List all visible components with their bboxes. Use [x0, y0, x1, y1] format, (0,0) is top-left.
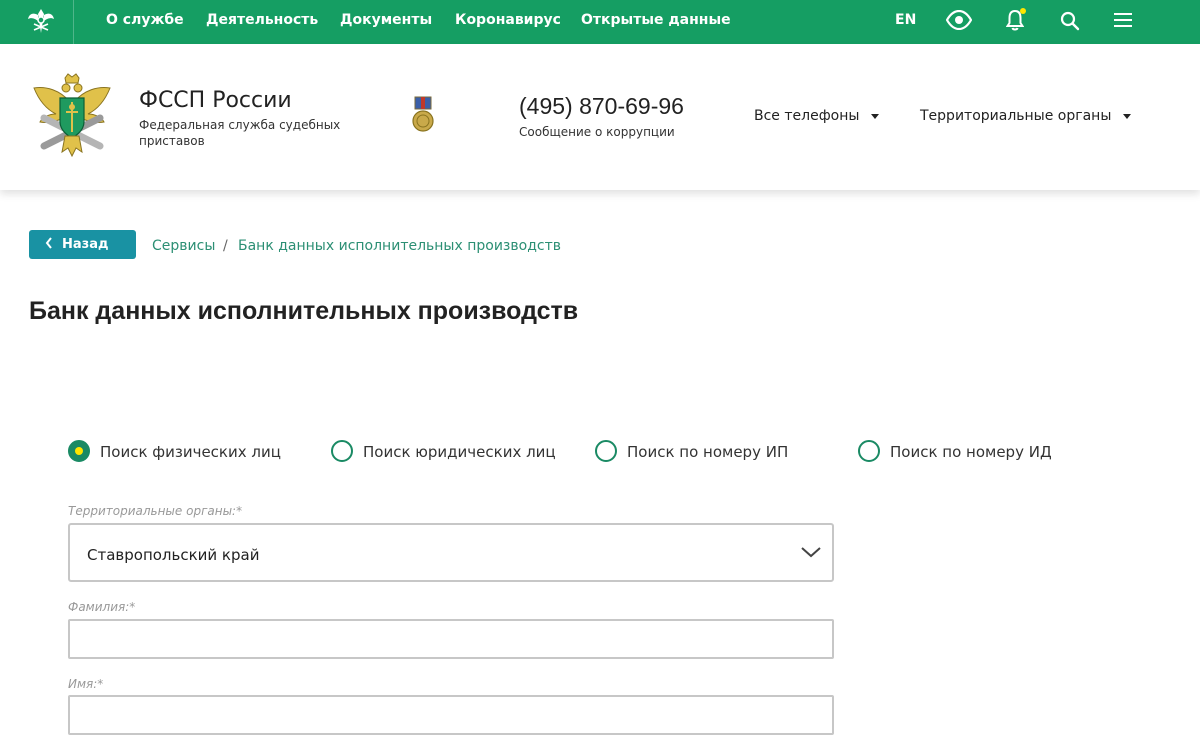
- chevron-down-icon: [801, 547, 821, 558]
- territorial-label: Территориальные органы: [920, 108, 1112, 124]
- corruption-phone-caption: Сообщение о коррупции: [519, 125, 675, 139]
- back-button[interactable]: Назад: [29, 230, 136, 259]
- radio-circle: [331, 440, 353, 462]
- all-phones-label: Все телефоны: [754, 108, 860, 124]
- radio-circle: [595, 440, 617, 462]
- surname-input[interactable]: [68, 619, 834, 659]
- menu-icon[interactable]: [1114, 12, 1132, 32]
- nav-about[interactable]: О службе: [106, 12, 184, 28]
- notification-dot: [1020, 8, 1026, 14]
- radio-circle: [68, 440, 90, 462]
- surname-field-label: Фамилия:*: [68, 600, 136, 614]
- name-input[interactable]: [68, 695, 834, 735]
- medal-icon: [411, 96, 435, 140]
- eye-icon[interactable]: [945, 9, 973, 34]
- org-name[interactable]: ФССП России: [139, 88, 292, 113]
- org-subtitle: Федеральная служба судебных приставов: [139, 118, 341, 148]
- language-switch[interactable]: EN: [895, 12, 916, 28]
- breadcrumb-current[interactable]: Банк данных исполнительных производств: [238, 238, 561, 254]
- page-title: Банк данных исполнительных производств: [29, 297, 579, 325]
- territorial-dropdown[interactable]: Территориальные органы: [920, 108, 1132, 124]
- nav-documents[interactable]: Документы: [340, 12, 432, 28]
- caret-down-icon: [871, 113, 880, 119]
- emblem-icon[interactable]: [0, 0, 74, 44]
- breadcrumb-separator: /: [223, 238, 228, 254]
- fssp-eagle-logo-icon[interactable]: [32, 72, 112, 164]
- radio-label: Поиск по номеру ИП: [627, 443, 789, 461]
- name-field-label: Имя:*: [68, 677, 104, 691]
- region-select[interactable]: Ставропольский край: [68, 523, 834, 582]
- chevron-left-icon: [45, 236, 53, 254]
- breadcrumb-services[interactable]: Сервисы: [152, 238, 215, 254]
- back-button-label: Назад: [62, 237, 109, 252]
- region-field-label: Территориальные органы:*: [68, 504, 243, 518]
- top-navbar: О службе Деятельность Документы Коронави…: [0, 0, 1200, 44]
- nav-coronavirus[interactable]: Коронавирус: [455, 12, 561, 28]
- caret-down-icon: [1123, 113, 1132, 119]
- all-phones-dropdown[interactable]: Все телефоны: [754, 108, 880, 124]
- nav-open-data[interactable]: Открытые данные: [581, 12, 731, 28]
- nav-activity[interactable]: Деятельность: [206, 12, 318, 28]
- corruption-phone[interactable]: (495) 870-69-96: [519, 93, 684, 120]
- region-select-value: Ставропольский край: [87, 546, 260, 564]
- search-icon[interactable]: [1060, 11, 1080, 35]
- radio-label: Поиск по номеру ИД: [890, 443, 1052, 461]
- radio-label: Поиск юридических лиц: [363, 443, 556, 461]
- radio-circle: [858, 440, 880, 462]
- site-header: ФССП России Федеральная служба судебных …: [0, 44, 1200, 190]
- radio-label: Поиск физических лиц: [100, 443, 281, 461]
